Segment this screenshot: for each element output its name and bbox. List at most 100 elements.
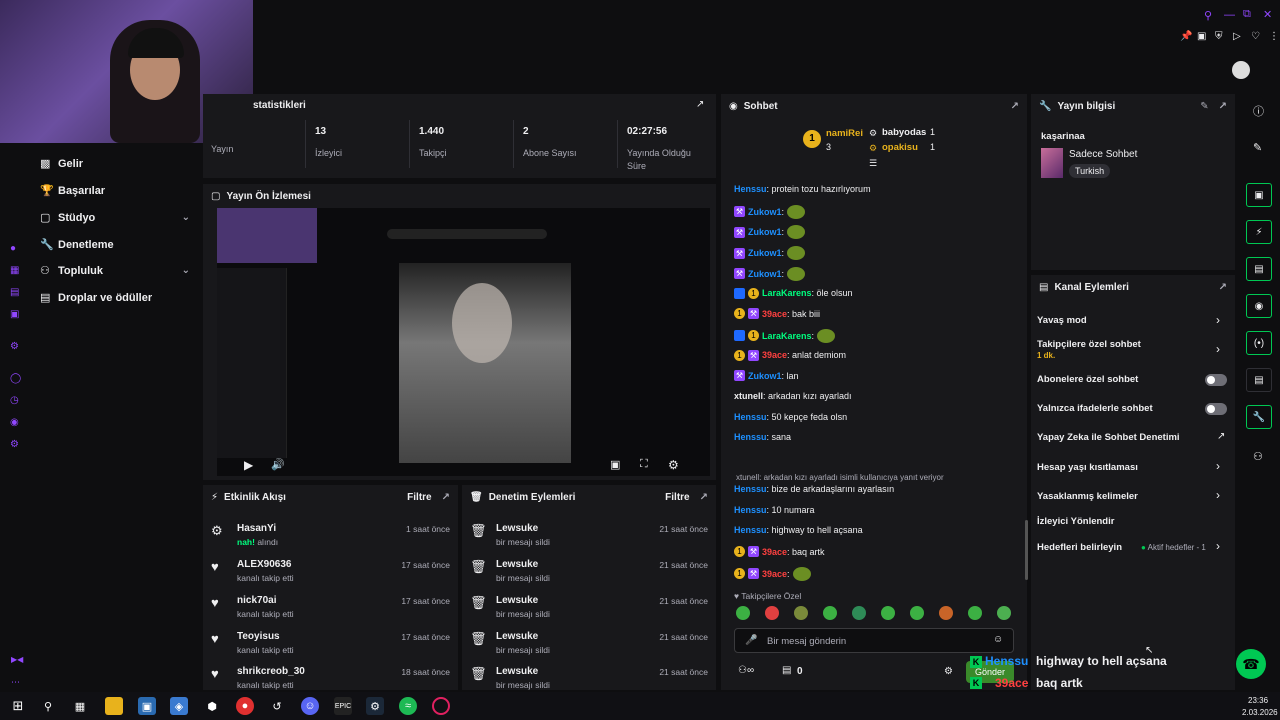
chevron-right-icon[interactable]: › bbox=[1216, 342, 1220, 356]
chat-username[interactable]: Zukow1 bbox=[748, 248, 782, 258]
chevron-right-icon[interactable]: › bbox=[1216, 488, 1220, 502]
avatar[interactable] bbox=[1232, 61, 1250, 79]
chat-message[interactable]: ⚒ Zukow1: bbox=[734, 225, 806, 240]
purple-badge-icon[interactable]: ⚒ bbox=[734, 226, 745, 238]
purple-badge-icon[interactable]: ⚒ bbox=[748, 349, 759, 361]
gold-badge-icon[interactable]: 1 bbox=[734, 546, 745, 558]
blue-badge-icon[interactable] bbox=[734, 330, 745, 342]
app-icon[interactable]: ⬢ bbox=[203, 697, 221, 715]
tag-chip[interactable]: Turkish bbox=[1069, 164, 1111, 178]
emote-image[interactable] bbox=[787, 204, 806, 219]
category-name[interactable]: Sadece Sohbet bbox=[1069, 149, 1137, 160]
app-icon[interactable]: ▣ bbox=[138, 697, 156, 715]
chat-message[interactable]: 1 ⚒ 39ace: bbox=[734, 566, 811, 581]
purple-badge-icon[interactable]: ⚒ bbox=[748, 308, 759, 320]
gold-badge-icon[interactable]: 1 bbox=[748, 287, 759, 299]
kebab-icon[interactable]: ⋮ bbox=[1269, 31, 1279, 42]
popout-icon[interactable]: ↗ bbox=[1219, 101, 1227, 112]
sub-only-toggle[interactable] bbox=[1205, 374, 1227, 386]
chat-username[interactable]: Zukow1 bbox=[748, 269, 782, 279]
frame-icon[interactable]: ▣ bbox=[1197, 31, 1206, 42]
action-goals[interactable]: Hedefleri belirleyin bbox=[1037, 542, 1122, 553]
rail-notes-button[interactable]: ▤ bbox=[1246, 257, 1272, 281]
steam-icon[interactable]: ⚙ bbox=[366, 697, 384, 715]
chat-username[interactable]: Henssu bbox=[734, 412, 767, 422]
channel-points-icon[interactable]: ⚇∞ bbox=[738, 665, 754, 676]
restore-icon[interactable]: ⧉ bbox=[1243, 8, 1251, 21]
gift-icon[interactable]: ▤ bbox=[782, 665, 791, 676]
help-button[interactable]: ☎ bbox=[1236, 649, 1266, 679]
folder-icon[interactable] bbox=[105, 697, 123, 715]
chat-username[interactable]: 39ace bbox=[762, 309, 787, 319]
chat-username[interactable]: Henssu bbox=[734, 184, 767, 194]
modlog-filter-button[interactable]: Filtre bbox=[665, 492, 689, 503]
theater-icon[interactable]: ▣ bbox=[610, 458, 620, 471]
leaderboard-toggle-icon[interactable]: ☰ bbox=[869, 158, 877, 169]
chat-message[interactable]: 1 ⚒ 39ace: baq artk bbox=[734, 546, 825, 558]
chat-message[interactable]: ⚒ Zukow1: bbox=[734, 204, 806, 219]
chat-username[interactable]: 39ace bbox=[762, 547, 787, 557]
stream-preview[interactable] bbox=[217, 208, 710, 476]
nav-topluluk[interactable]: ⚇ Topluluk ⌄ bbox=[40, 264, 190, 278]
app-icon[interactable]: ● bbox=[236, 697, 254, 715]
shield-icon[interactable]: ⛨ bbox=[1215, 31, 1223, 42]
expand-icon[interactable]: ▶◀ bbox=[11, 655, 23, 664]
action-ai-moderation[interactable]: Yapay Zeka ile Sohbet Denetimi bbox=[1037, 432, 1180, 443]
popout-icon[interactable]: ↗ bbox=[700, 492, 708, 503]
settings-icon[interactable]: ⚙ bbox=[668, 458, 679, 472]
chat-username[interactable]: Zukow1 bbox=[748, 371, 782, 381]
emote-image[interactable] bbox=[787, 225, 806, 240]
minimize-icon[interactable]: — bbox=[1224, 9, 1235, 21]
chat-username[interactable]: LaraKarens bbox=[762, 331, 812, 341]
chevron-right-icon[interactable]: › bbox=[1216, 539, 1220, 553]
rail-icon[interactable]: ▣ bbox=[10, 304, 24, 326]
purple-badge-icon[interactable]: ⚒ bbox=[734, 268, 745, 280]
pin-icon[interactable]: 📌 bbox=[1180, 31, 1192, 42]
rail-icon[interactable]: ◉ bbox=[10, 412, 24, 434]
chat-message[interactable]: Henssu: protein tozu hazırlıyorum bbox=[734, 184, 871, 194]
external-link-icon[interactable]: ↗ bbox=[1217, 431, 1225, 442]
emote-only-toggle[interactable] bbox=[1205, 403, 1227, 415]
chat-username[interactable]: Henssu bbox=[734, 505, 767, 515]
info-icon[interactable]: ⓘ bbox=[1253, 103, 1264, 119]
rail-icon[interactable]: ◯ bbox=[10, 368, 24, 390]
app-icon[interactable]: ◈ bbox=[170, 697, 188, 715]
chat-username[interactable]: xtunell bbox=[734, 391, 763, 401]
app-icon[interactable] bbox=[432, 697, 450, 715]
action-account-age[interactable]: Hesap yaşı kısıtlaması bbox=[1037, 462, 1138, 473]
purple-badge-icon[interactable]: ⚒ bbox=[734, 370, 745, 382]
rail-clip-button[interactable]: ▣ bbox=[1246, 183, 1272, 207]
pencil-icon[interactable]: ✎ bbox=[1253, 141, 1262, 154]
chat-username[interactable]: Zukow1 bbox=[748, 227, 782, 237]
emote-image[interactable] bbox=[787, 246, 806, 261]
action-banned-words[interactable]: Yasaklanmış kelimeler bbox=[1037, 491, 1138, 502]
app-icon[interactable]: ↺ bbox=[268, 697, 286, 715]
purple-badge-icon[interactable]: ⚒ bbox=[734, 206, 745, 218]
purple-badge-icon[interactable]: ⚒ bbox=[748, 546, 759, 558]
chat-input[interactable]: 🎤 Bir mesaj gönderin ☺ bbox=[734, 628, 1014, 653]
rail-actions-button[interactable]: ▤ bbox=[1246, 368, 1272, 392]
play-button[interactable]: ▶ bbox=[244, 458, 253, 472]
nav-studyo[interactable]: ▢ Stüdyo ⌄ bbox=[40, 211, 190, 225]
rail-icon[interactable]: ▦ bbox=[10, 260, 24, 282]
rail-broadcast-button[interactable]: (•) bbox=[1246, 331, 1272, 355]
chat-username[interactable]: Henssu bbox=[734, 432, 767, 442]
windows-start-icon[interactable]: ⊞ bbox=[9, 697, 27, 715]
task-view-icon[interactable]: ▦ bbox=[71, 697, 89, 715]
fullscreen-icon[interactable]: ⛶ bbox=[640, 458, 648, 471]
nav-denetleme[interactable]: 🔧 Denetleme bbox=[40, 238, 190, 252]
chat-username[interactable]: 39ace bbox=[762, 350, 787, 360]
blue-badge-icon[interactable] bbox=[734, 287, 745, 299]
gold-badge-icon[interactable]: 1 bbox=[734, 308, 745, 320]
popout-icon[interactable]: ↗ bbox=[1011, 101, 1019, 112]
spotify-icon[interactable]: ≈ bbox=[399, 697, 417, 715]
nav-basarilar[interactable]: 🏆 Başarılar bbox=[40, 184, 190, 198]
chat-message[interactable]: 1 LaraKarens: bbox=[734, 328, 836, 343]
popout-icon[interactable]: ↗ bbox=[1219, 282, 1227, 293]
rail-icon[interactable]: ▤ bbox=[10, 282, 24, 304]
people-icon[interactable]: ⚇ bbox=[1253, 450, 1263, 463]
chat-message[interactable]: ⚒ Zukow1: bbox=[734, 266, 806, 281]
popout-icon[interactable]: ↗ bbox=[442, 492, 450, 503]
rail-icon[interactable]: ◷ bbox=[10, 390, 24, 412]
emote-bar[interactable] bbox=[736, 606, 1026, 623]
